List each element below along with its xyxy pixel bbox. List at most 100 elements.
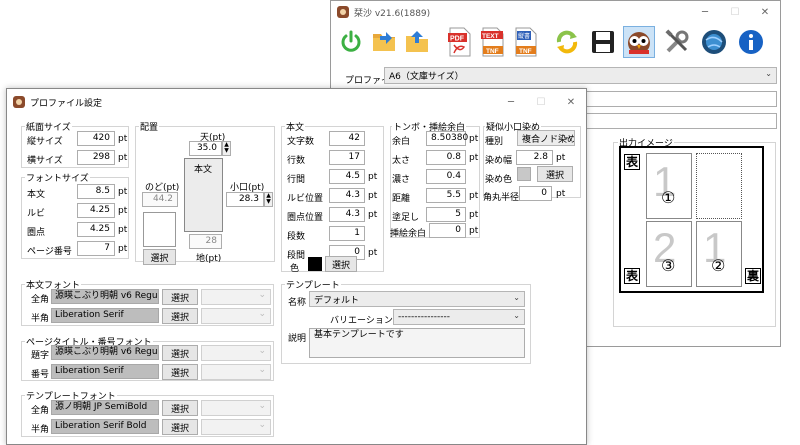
line-spacing-input[interactable]: 4.5 bbox=[329, 169, 365, 184]
stain-width-label: 染め幅 bbox=[485, 156, 513, 166]
number-font-select-button[interactable]: 選択 bbox=[162, 364, 198, 380]
number-font-row-label: 番号 bbox=[31, 370, 50, 380]
profile-owl-icon bbox=[628, 32, 650, 54]
output-preview: 1 ① 2 ③ 1 ② 表 表 裏 bbox=[619, 146, 764, 293]
body-fullwidth-style-select[interactable] bbox=[201, 289, 271, 305]
body-halfwidth-select-button[interactable]: 選択 bbox=[162, 308, 198, 324]
chevron-down-icon: ⌄ bbox=[513, 311, 520, 320]
edge-input[interactable]: 28.3 bbox=[226, 192, 264, 207]
save-folder-icon bbox=[406, 31, 428, 52]
height-input[interactable]: 420 bbox=[77, 131, 115, 146]
density-input[interactable]: 0.4 bbox=[426, 169, 466, 184]
info-icon bbox=[739, 30, 763, 54]
tools-icon bbox=[665, 29, 689, 53]
top-margin-input[interactable]: 35.0 bbox=[189, 141, 222, 156]
top-margin-spinner[interactable]: ▲ ▼ bbox=[222, 141, 231, 156]
pdf-icon: PDF bbox=[448, 27, 471, 57]
variation-select[interactable]: ---------------- ⌄ bbox=[393, 309, 525, 325]
tools-button[interactable] bbox=[661, 26, 693, 58]
fore-edge-type-select[interactable]: 複合ノド染め ⌄ bbox=[517, 130, 575, 146]
template-name-value: デフォルト bbox=[314, 295, 360, 306]
body-area-label: 本文 bbox=[194, 165, 213, 175]
template-halfwidth-style-select[interactable] bbox=[201, 419, 271, 435]
chars-per-line-input[interactable]: 42 bbox=[329, 131, 365, 146]
text-color-swatch bbox=[308, 257, 322, 271]
number-font-style-select[interactable] bbox=[201, 364, 271, 380]
distance-input[interactable]: 5.5 bbox=[426, 188, 466, 203]
body-fullwidth-select-button[interactable]: 選択 bbox=[162, 289, 198, 305]
template-halfwidth-select-button[interactable]: 選択 bbox=[162, 419, 198, 435]
title-font-select-button[interactable]: 選択 bbox=[162, 345, 198, 361]
unit-label: pt bbox=[469, 134, 479, 144]
distance-label: 距離 bbox=[392, 194, 411, 204]
unit-label: pt bbox=[118, 187, 128, 197]
edge-spinner[interactable]: ▲ ▼ bbox=[264, 192, 273, 207]
mark-front-bottom: 表 bbox=[624, 268, 641, 284]
dialog-title: プロファイル設定 bbox=[30, 98, 103, 109]
template-name-label: 名称 bbox=[288, 298, 307, 308]
text-color-select-button[interactable]: 選択 bbox=[325, 256, 357, 272]
corner-radius-input[interactable]: 0 bbox=[519, 186, 552, 201]
page-number-circle: ③ bbox=[661, 256, 676, 275]
dialog-app-icon bbox=[13, 96, 25, 108]
template-name-select[interactable]: デフォルト ⌄ bbox=[309, 291, 525, 307]
unit-label: pt bbox=[469, 153, 479, 163]
dialog-close-button[interactable]: ✕ bbox=[556, 89, 586, 115]
floppy-save-button[interactable] bbox=[587, 26, 619, 58]
ruby-size-input[interactable]: 4.25 bbox=[77, 203, 115, 218]
variation-value: ---------------- bbox=[398, 312, 450, 322]
globe-update-button[interactable] bbox=[698, 26, 730, 58]
bottom-margin-input[interactable]: 28 bbox=[189, 234, 222, 249]
body-size-input[interactable]: 8.5 bbox=[77, 184, 115, 199]
save-folder-button[interactable] bbox=[401, 26, 433, 58]
gutter-input[interactable]: 44.2 bbox=[142, 192, 178, 207]
template-halfwidth-font: Liberation Serif Bold bbox=[51, 419, 159, 434]
lines-label: 行数 bbox=[287, 156, 306, 166]
mark-back-bottom: 裏 bbox=[745, 268, 762, 284]
ruby-position-input[interactable]: 4.3 bbox=[329, 188, 365, 203]
close-button[interactable]: ✕ bbox=[750, 1, 780, 23]
illustration-margin-input[interactable]: 0 bbox=[429, 223, 466, 238]
open-button[interactable] bbox=[368, 26, 400, 58]
pdf-button[interactable]: PDF bbox=[444, 26, 476, 58]
title-font-style-select[interactable] bbox=[201, 345, 271, 361]
stain-color-select-button[interactable]: 選択 bbox=[537, 166, 573, 182]
columns-input[interactable]: 1 bbox=[329, 226, 365, 241]
bleed-input[interactable]: 5 bbox=[426, 207, 466, 222]
refresh-button[interactable] bbox=[551, 26, 583, 58]
emphasis-position-input[interactable]: 4.3 bbox=[329, 207, 365, 222]
svg-text:縦書: 縦書 bbox=[518, 32, 530, 40]
emphasis-size-input[interactable]: 4.25 bbox=[77, 222, 115, 237]
power-icon bbox=[341, 30, 361, 52]
layout-select-button[interactable]: 選択 bbox=[143, 249, 176, 265]
maximize-button[interactable]: ☐ bbox=[720, 1, 750, 23]
unit-label: pt bbox=[368, 210, 378, 220]
text-tnf-button[interactable]: TEXT TNF bbox=[477, 26, 509, 58]
bleed-label: 塗足し bbox=[392, 213, 420, 223]
minimize-button[interactable]: ─ bbox=[690, 1, 720, 23]
dialog-maximize-button[interactable]: ☐ bbox=[526, 89, 556, 115]
profile-button[interactable] bbox=[623, 26, 655, 58]
fore-edge-type-label: 種別 bbox=[485, 137, 504, 147]
description-label: 説明 bbox=[288, 334, 307, 344]
width-input[interactable]: 298 bbox=[77, 150, 115, 165]
dialog-minimize-button[interactable]: ─ bbox=[496, 89, 526, 115]
power-button[interactable] bbox=[335, 26, 367, 58]
font-size-label: フォントサイズ bbox=[25, 171, 90, 184]
page-number-size-input[interactable]: 7 bbox=[77, 241, 115, 256]
bottom-margin-label: 地(pt) bbox=[196, 254, 222, 264]
lines-input[interactable]: 17 bbox=[329, 150, 365, 165]
body-halfwidth-style-select[interactable] bbox=[201, 308, 271, 324]
vertical-tnf-button[interactable]: 縦書 TNF bbox=[510, 26, 542, 58]
margin-input[interactable]: 8.50380 bbox=[426, 131, 468, 146]
thickness-input[interactable]: 0.8 bbox=[426, 150, 466, 165]
profile-select[interactable]: A6（文庫サイズ） ⌄ bbox=[384, 67, 777, 84]
unit-label: pt bbox=[118, 225, 128, 235]
stain-width-input[interactable]: 2.8 bbox=[516, 150, 553, 165]
template-fullwidth-select-button[interactable]: 選択 bbox=[162, 400, 198, 416]
svg-text:TEXT: TEXT bbox=[482, 33, 499, 40]
description-field[interactable]: 基本テンプレートです bbox=[309, 328, 525, 358]
page-number-circle: ① bbox=[661, 188, 676, 207]
template-fullwidth-style-select[interactable] bbox=[201, 400, 271, 416]
info-button[interactable] bbox=[735, 26, 767, 58]
